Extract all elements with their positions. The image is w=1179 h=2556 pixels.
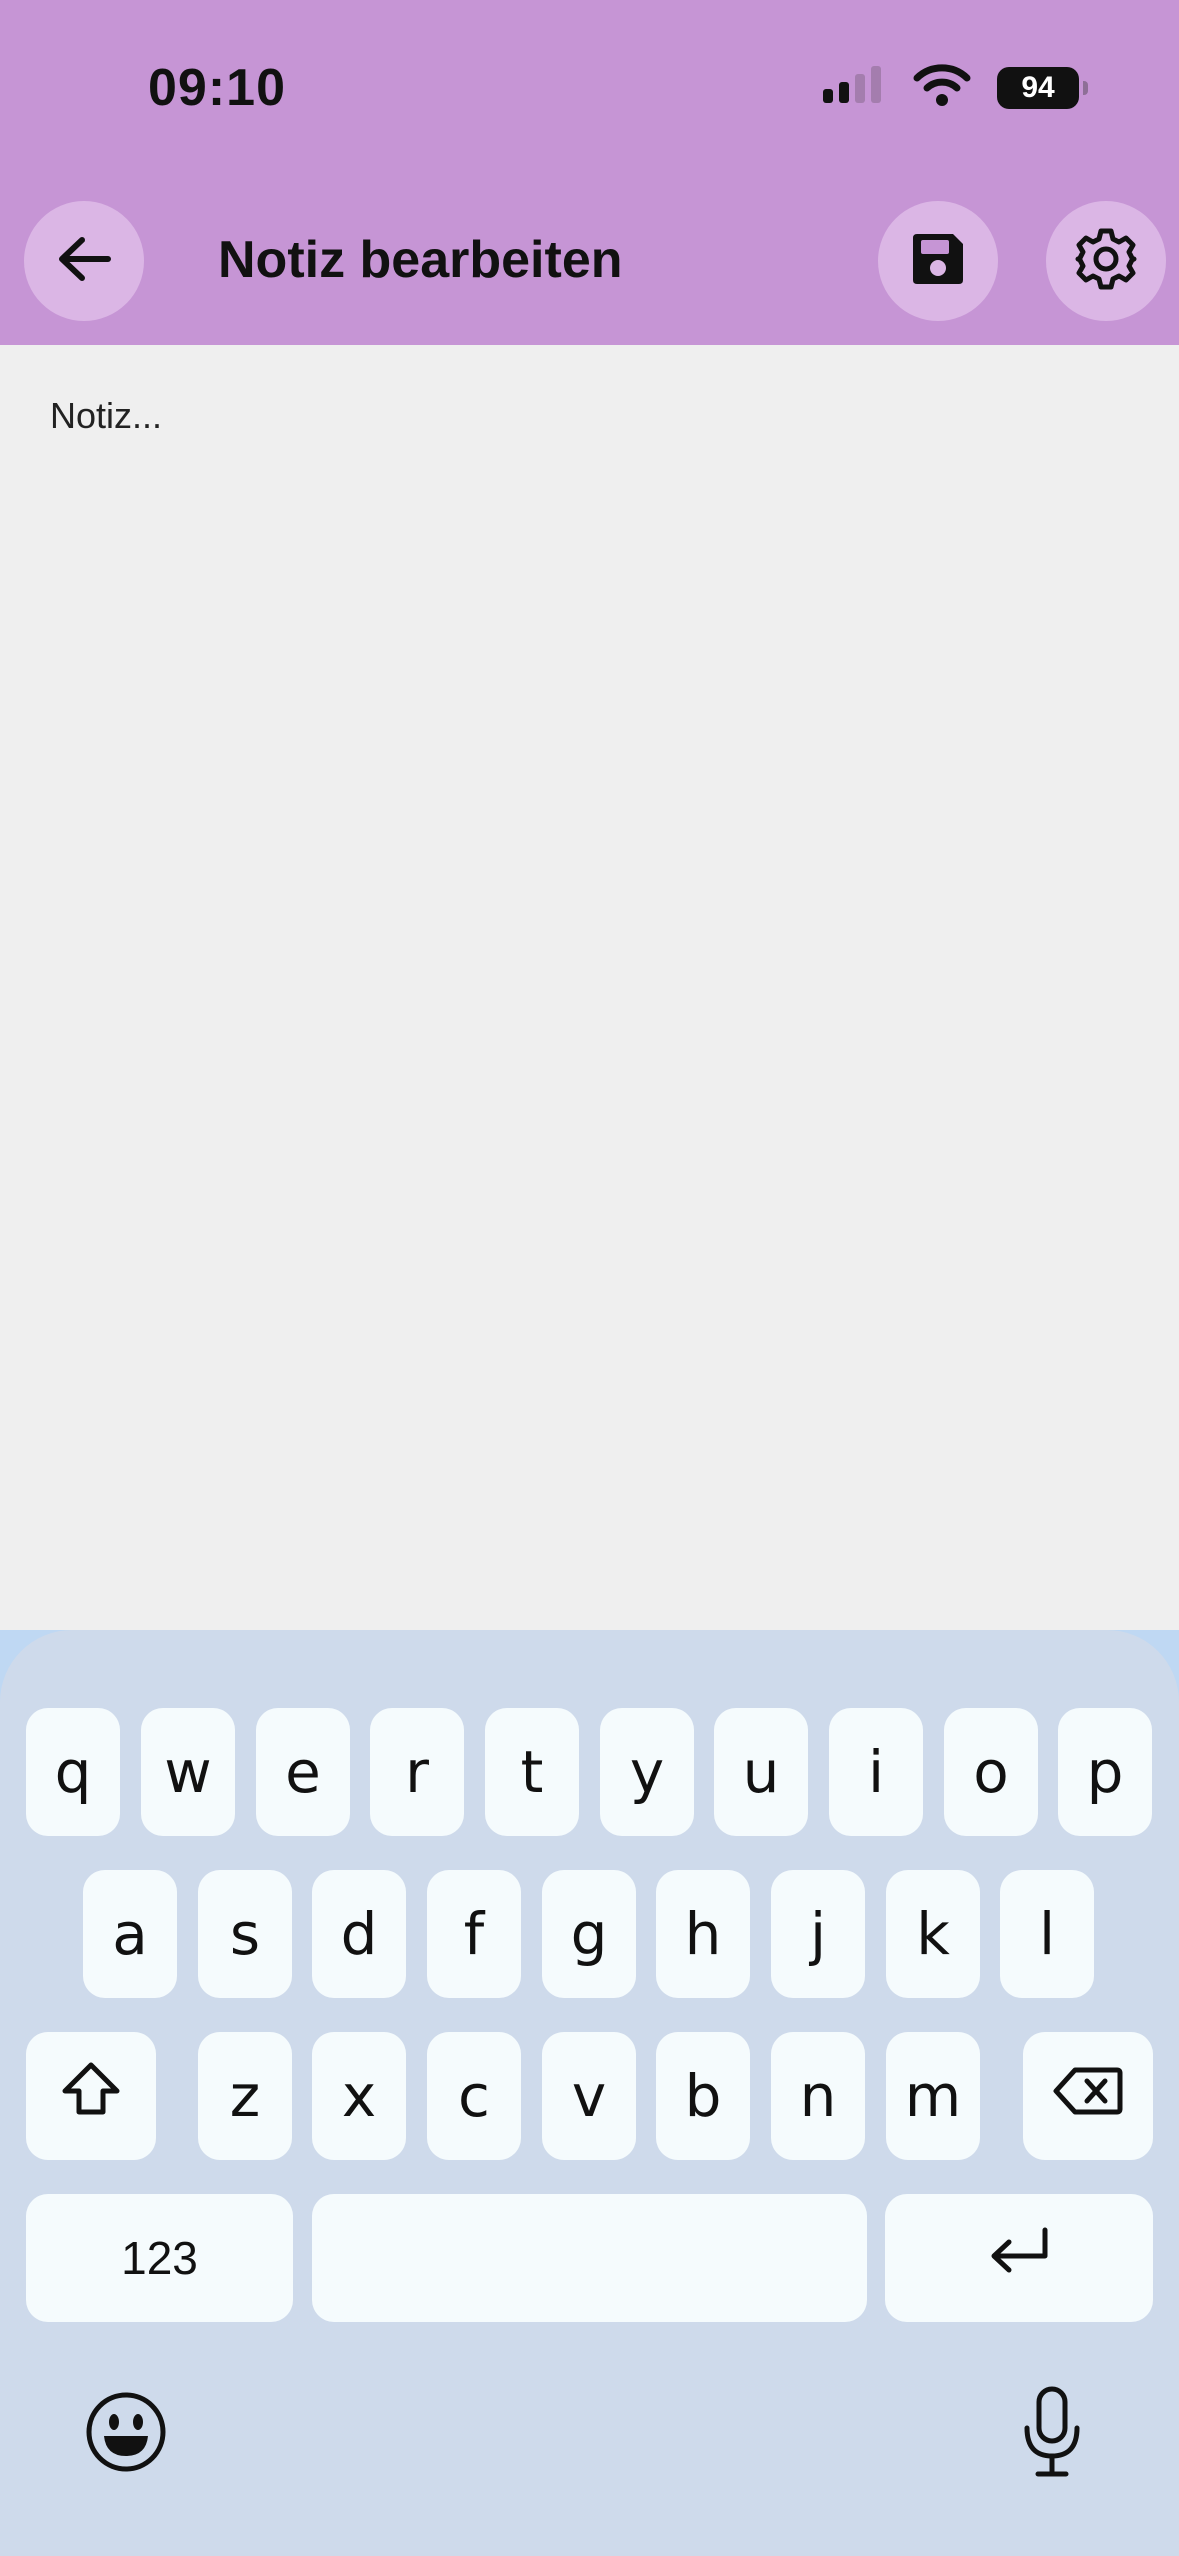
key-p[interactable]: p [1058, 1708, 1152, 1836]
numbers-key[interactable]: 123 [26, 2194, 293, 2322]
key-r[interactable]: r [370, 1708, 464, 1836]
status-icons: 94 [821, 64, 1088, 111]
key-b[interactable]: b [656, 2032, 750, 2160]
return-key[interactable] [885, 2194, 1153, 2322]
wifi-icon [913, 64, 971, 111]
return-arrow-icon [987, 2224, 1051, 2292]
gear-icon [1074, 227, 1138, 296]
key-i[interactable]: i [829, 1708, 923, 1836]
key-q[interactable]: q [26, 1708, 120, 1836]
key-a[interactable]: a [83, 1870, 177, 1998]
emoji-icon [84, 2390, 168, 2479]
key-h[interactable]: h [656, 1870, 750, 1998]
key-k[interactable]: k [886, 1870, 980, 1998]
arrow-left-icon [56, 234, 112, 289]
key-y[interactable]: y [600, 1708, 694, 1836]
key-e[interactable]: e [256, 1708, 350, 1836]
backspace-key[interactable] [1023, 2032, 1153, 2160]
key-v[interactable]: v [542, 2032, 636, 2160]
key-z[interactable]: z [198, 2032, 292, 2160]
note-editor[interactable]: Notiz... [0, 345, 1179, 1630]
status-time: 09:10 [148, 59, 286, 117]
key-j[interactable]: j [771, 1870, 865, 1998]
cellular-signal-icon [821, 65, 887, 110]
back-button[interactable] [24, 201, 144, 321]
page-title: Notiz bearbeiten [218, 231, 623, 289]
shift-arrow-icon [60, 2060, 122, 2132]
key-l[interactable]: l [1000, 1870, 1094, 1998]
note-text-field[interactable]: Notiz... [50, 395, 162, 437]
key-o[interactable]: o [944, 1708, 1038, 1836]
microphone-icon [1022, 2386, 1082, 2483]
app-header: 09:10 94 Notiz bearbeiten [0, 0, 1179, 345]
key-s[interactable]: s [198, 1870, 292, 1998]
backspace-icon [1053, 2062, 1123, 2130]
key-u[interactable]: u [714, 1708, 808, 1836]
settings-button[interactable] [1046, 201, 1166, 321]
save-floppy-icon [909, 230, 967, 293]
microphone-button[interactable] [1012, 2386, 1092, 2482]
key-w[interactable]: w [141, 1708, 235, 1836]
key-c[interactable]: c [427, 2032, 521, 2160]
key-g[interactable]: g [542, 1870, 636, 1998]
save-button[interactable] [878, 201, 998, 321]
key-x[interactable]: x [312, 2032, 406, 2160]
key-m[interactable]: m [886, 2032, 980, 2160]
key-t[interactable]: t [485, 1708, 579, 1836]
keyboard-panel: q w e r t y u i o p a s d f g h j k l z … [0, 1630, 1179, 2556]
key-n[interactable]: n [771, 2032, 865, 2160]
battery-indicator: 94 [997, 66, 1088, 109]
battery-level: 94 [1021, 70, 1055, 104]
key-f[interactable]: f [427, 1870, 521, 1998]
emoji-button[interactable] [84, 2392, 168, 2476]
key-d[interactable]: d [312, 1870, 406, 1998]
space-key[interactable] [312, 2194, 867, 2322]
shift-key[interactable] [26, 2032, 156, 2160]
on-screen-keyboard: q w e r t y u i o p a s d f g h j k l z … [0, 1630, 1179, 2556]
